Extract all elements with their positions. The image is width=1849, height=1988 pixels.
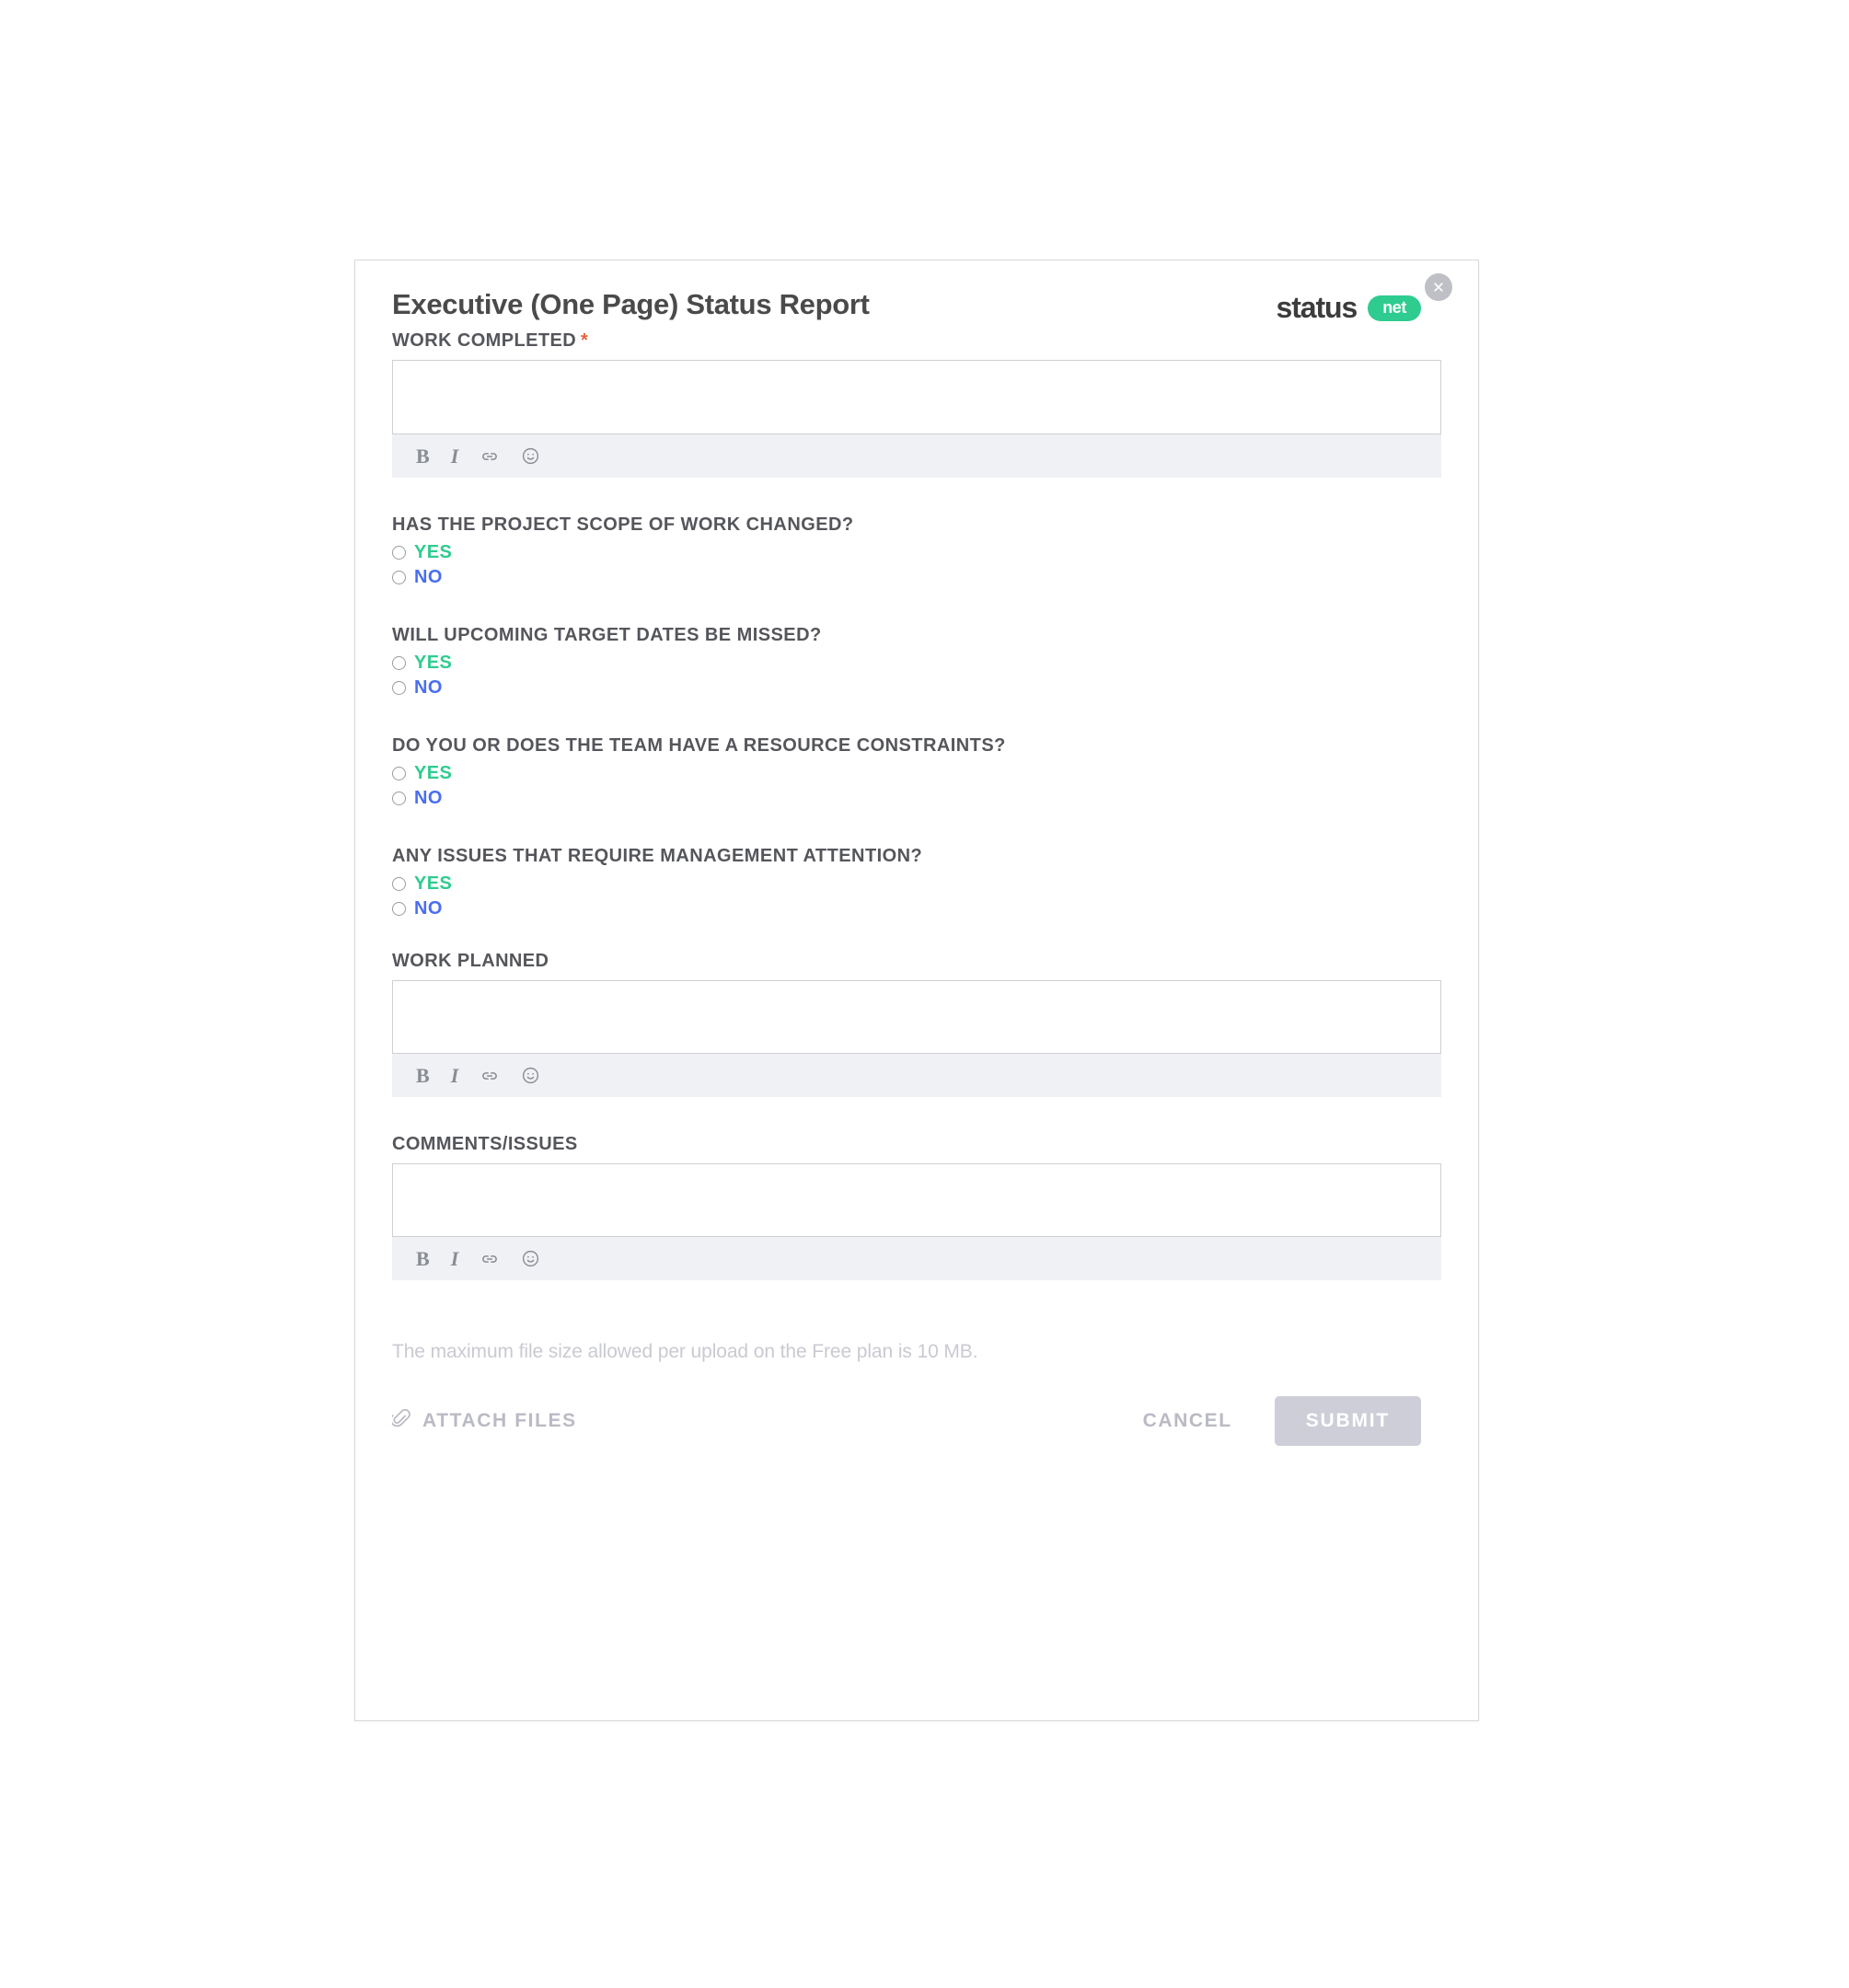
- radio-option-no[interactable]: NO: [392, 898, 1441, 919]
- italic-icon[interactable]: I: [451, 1247, 459, 1270]
- work-completed-input[interactable]: [392, 360, 1441, 434]
- brand-logo: status net: [1277, 291, 1421, 325]
- radio-option-yes[interactable]: YES: [392, 873, 1441, 895]
- emoji-icon[interactable]: [521, 445, 540, 468]
- modal-content: Executive (One Page) Status Report statu…: [355, 260, 1478, 1720]
- work-planned-input[interactable]: [392, 980, 1441, 1054]
- work-completed-label: WORK COMPLETED *: [392, 330, 589, 351]
- work-completed-field: WORK COMPLETED * B I: [392, 330, 1441, 478]
- radio-circle-icon: [392, 877, 406, 891]
- radio-label: YES: [414, 653, 453, 673]
- question-scope-changed: HAS THE PROJECT SCOPE OF WORK CHANGED? Y…: [392, 514, 1441, 588]
- radio-circle-icon: [392, 792, 406, 805]
- radio-circle-icon: [392, 546, 406, 560]
- cancel-button[interactable]: CANCEL: [1143, 1410, 1232, 1432]
- question-target-dates-missed: WILL UPCOMING TARGET DATES BE MISSED? YE…: [392, 625, 1441, 699]
- work-planned-editor: B I: [392, 980, 1441, 1097]
- comments-issues-input[interactable]: [392, 1163, 1441, 1237]
- radio-label: YES: [414, 873, 453, 894]
- brand-wordmark: status: [1276, 291, 1358, 324]
- emoji-icon[interactable]: [521, 1065, 540, 1087]
- italic-icon[interactable]: I: [451, 1064, 459, 1087]
- question-resource-constraints: DO YOU OR DOES THE TEAM HAVE A RESOURCE …: [392, 735, 1441, 809]
- question-label: WILL UPCOMING TARGET DATES BE MISSED?: [392, 625, 822, 645]
- radio-option-no[interactable]: NO: [392, 567, 1441, 588]
- work-completed-editor: B I: [392, 360, 1441, 478]
- brand-pill-net: net: [1368, 295, 1421, 321]
- radio-label: YES: [414, 763, 453, 783]
- status-report-modal: Executive (One Page) Status Report statu…: [354, 260, 1479, 1721]
- radio-circle-icon: [392, 681, 406, 695]
- work-planned-label: WORK PLANNED: [392, 951, 549, 971]
- radio-option-no[interactable]: NO: [392, 677, 1441, 699]
- radio-label: NO: [414, 788, 443, 808]
- page-title: Executive (One Page) Status Report: [392, 288, 870, 320]
- bold-icon[interactable]: B: [416, 1064, 430, 1087]
- paperclip-icon: [390, 1407, 410, 1435]
- file-size-note: The maximum file size allowed per upload…: [392, 1341, 978, 1362]
- radio-label: NO: [414, 898, 443, 919]
- work-planned-field: WORK PLANNED B I: [392, 951, 1441, 1097]
- emoji-icon[interactable]: [521, 1248, 540, 1270]
- link-icon[interactable]: [480, 1065, 500, 1087]
- question-label: ANY ISSUES THAT REQUIRE MANAGEMENT ATTEN…: [392, 846, 923, 866]
- work-completed-toolbar: B I: [392, 434, 1441, 478]
- bold-icon[interactable]: B: [416, 1247, 430, 1270]
- question-label: HAS THE PROJECT SCOPE OF WORK CHANGED?: [392, 514, 854, 535]
- page-background: Executive (One Page) Status Report statu…: [0, 0, 1849, 1988]
- submit-button[interactable]: SUBMIT: [1274, 1396, 1421, 1446]
- comments-issues-editor: B I: [392, 1163, 1441, 1280]
- modal-footer: ATTACH FILES CANCEL SUBMIT: [390, 1396, 1441, 1446]
- link-icon[interactable]: [480, 1248, 500, 1270]
- radio-option-yes[interactable]: YES: [392, 763, 1441, 784]
- comments-issues-field: COMMENTS/ISSUES B I: [392, 1134, 1441, 1280]
- bold-icon[interactable]: B: [416, 445, 430, 468]
- radio-option-no[interactable]: NO: [392, 788, 1441, 809]
- radio-circle-icon: [392, 767, 406, 780]
- radio-option-yes[interactable]: YES: [392, 542, 1441, 563]
- comments-issues-toolbar: B I: [392, 1237, 1441, 1280]
- radio-label: NO: [414, 567, 443, 587]
- question-management-attention: ANY ISSUES THAT REQUIRE MANAGEMENT ATTEN…: [392, 846, 1441, 919]
- question-label: DO YOU OR DOES THE TEAM HAVE A RESOURCE …: [392, 735, 1006, 756]
- italic-icon[interactable]: I: [451, 445, 459, 468]
- work-planned-toolbar: B I: [392, 1054, 1441, 1097]
- radio-circle-icon: [392, 656, 406, 670]
- radio-circle-icon: [392, 571, 406, 584]
- questions-section: HAS THE PROJECT SCOPE OF WORK CHANGED? Y…: [392, 514, 1441, 919]
- attach-files-label: ATTACH FILES: [422, 1410, 577, 1431]
- close-icon[interactable]: [1425, 273, 1452, 301]
- required-marker: *: [581, 330, 589, 351]
- attach-files-button[interactable]: ATTACH FILES: [390, 1407, 577, 1435]
- radio-label: YES: [414, 542, 453, 562]
- radio-option-yes[interactable]: YES: [392, 653, 1441, 674]
- radio-label: NO: [414, 677, 443, 698]
- modal-header: Executive (One Page) Status Report statu…: [392, 273, 1452, 330]
- comments-issues-label: COMMENTS/ISSUES: [392, 1134, 578, 1154]
- link-icon[interactable]: [480, 445, 500, 468]
- radio-circle-icon: [392, 902, 406, 916]
